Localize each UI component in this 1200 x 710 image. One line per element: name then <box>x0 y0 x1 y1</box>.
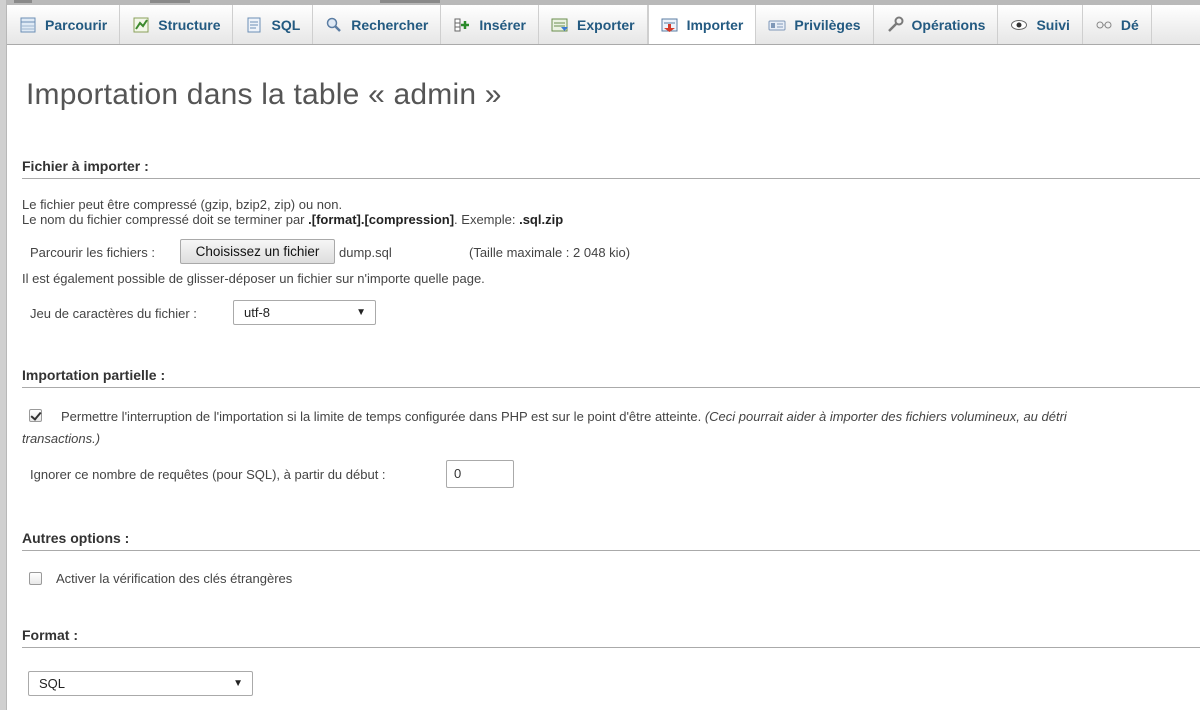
tracking-icon <box>1010 16 1028 34</box>
tab-inserer[interactable]: Insérer <box>441 5 540 44</box>
privileges-icon <box>768 16 786 34</box>
tab-importer[interactable]: Importer <box>647 5 757 44</box>
example-prefix: . Exemple: <box>454 212 520 227</box>
drag-drop-note: Il est également possible de glisser-dép… <box>22 271 485 286</box>
tab-operations[interactable]: Opérations <box>874 5 999 44</box>
chevron-down-icon: ▼ <box>356 307 366 318</box>
triggers-icon <box>1095 16 1113 34</box>
charset-select-value: utf-8 <box>244 305 271 320</box>
tab-parcourir[interactable]: Parcourir <box>7 5 121 44</box>
tab-declencheurs[interactable]: Dé <box>1083 5 1152 44</box>
section-heading-partial: Importation partielle : <box>22 367 1200 388</box>
top-strip-mark <box>14 0 32 3</box>
top-strip-mark <box>380 0 440 3</box>
allow-interrupt-note-cont-text: transactions.) <box>22 431 101 446</box>
search-icon <box>325 16 343 34</box>
export-icon <box>551 16 569 34</box>
tab-label: Privilèges <box>794 16 861 33</box>
example-extension: .sql.zip <box>519 212 564 227</box>
compressed-name-note: Le nom du fichier compressé doit se term… <box>22 212 563 227</box>
page-title: Importation dans la table « admin » <box>26 78 502 111</box>
compressed-name-prefix: Le nom du fichier compressé doit se term… <box>22 212 309 227</box>
allow-interrupt-text: Permettre l'interruption de l'importatio… <box>61 409 702 424</box>
allow-interrupt-note-cont: transactions.) <box>22 431 100 446</box>
compression-note: Le fichier peut être compressé (gzip, bz… <box>22 197 343 212</box>
browse-files-label: Parcourir les fichiers : <box>30 245 155 260</box>
charset-label: Jeu de caractères du fichier : <box>30 306 197 321</box>
chevron-down-icon: ▼ <box>233 678 243 689</box>
tab-label: Opérations <box>911 16 986 33</box>
tab-label: Rechercher <box>351 16 429 33</box>
allow-interrupt-label: Permettre l'interruption de l'importatio… <box>61 409 1067 424</box>
tab-label: Suivi <box>1036 16 1070 33</box>
structure-icon <box>132 16 150 34</box>
insert-icon <box>453 16 471 34</box>
tab-sql[interactable]: SQL <box>233 5 314 44</box>
skip-queries-label: Ignorer ce nombre de requêtes (pour SQL)… <box>30 467 386 482</box>
tab-label: Parcourir <box>45 16 108 33</box>
section-heading-file: Fichier à importer : <box>22 158 1200 179</box>
tab-label: Structure <box>158 16 221 33</box>
tab-bar: Parcourir Structure SQL Rechercher Insér… <box>7 5 1200 45</box>
tab-label: Importer <box>686 16 744 33</box>
allow-interrupt-note: (Ceci pourrait aider à importer des fich… <box>704 409 1067 424</box>
format-select-value: SQL <box>39 676 66 691</box>
tab-exporter[interactable]: Exporter <box>539 5 648 44</box>
max-size-note: (Taille maximale : 2 048 kio) <box>469 245 631 260</box>
tab-label: Dé <box>1120 16 1139 33</box>
charset-select[interactable]: utf-8 ▼ <box>233 300 376 325</box>
section-heading-other: Autres options : <box>22 530 1200 551</box>
tab-label: Insérer <box>479 16 527 33</box>
format-select[interactable]: SQL ▼ <box>28 671 253 696</box>
left-frame-border <box>0 0 7 710</box>
tab-label: Exporter <box>577 16 635 33</box>
tab-privileges[interactable]: Privilèges <box>756 5 874 44</box>
tab-rechercher[interactable]: Rechercher <box>313 5 442 44</box>
allow-interrupt-checkbox[interactable] <box>29 409 42 422</box>
sql-icon <box>245 16 263 34</box>
tab-structure[interactable]: Structure <box>120 5 234 44</box>
choose-file-button[interactable]: Choisissez un fichier <box>180 239 335 264</box>
browse-icon <box>19 16 37 34</box>
chosen-file-name: dump.sql <box>339 245 392 260</box>
tab-suivi[interactable]: Suivi <box>998 5 1083 44</box>
foreign-key-checks-label: Activer la vérification des clés étrangè… <box>56 571 293 586</box>
skip-queries-input[interactable]: 0 <box>446 460 514 488</box>
foreign-key-checks-checkbox[interactable] <box>29 572 42 585</box>
top-strip-mark <box>150 0 190 3</box>
section-heading-format: Format : <box>22 627 1200 648</box>
operations-icon <box>886 16 904 34</box>
import-icon <box>661 16 679 34</box>
format-compression-pattern: .[format].[compression] <box>308 212 455 227</box>
tab-label: SQL <box>271 16 301 33</box>
